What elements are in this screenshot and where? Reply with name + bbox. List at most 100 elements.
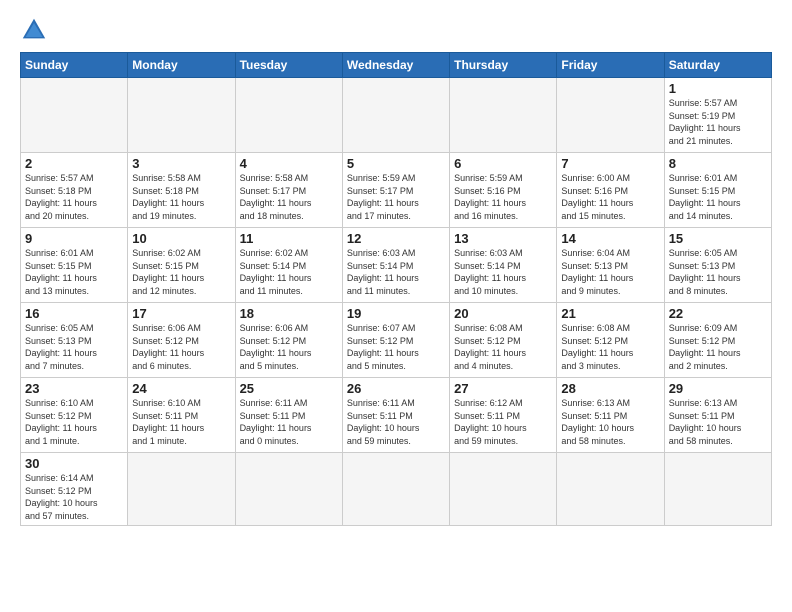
cell-info: Sunrise: 6:13 AM Sunset: 5:11 PM Dayligh… xyxy=(561,397,659,447)
calendar-week-row: 1Sunrise: 5:57 AM Sunset: 5:19 PM Daylig… xyxy=(21,78,772,153)
calendar-cell: 2Sunrise: 5:57 AM Sunset: 5:18 PM Daylig… xyxy=(21,153,128,228)
calendar-week-row: 2Sunrise: 5:57 AM Sunset: 5:18 PM Daylig… xyxy=(21,153,772,228)
cell-info: Sunrise: 6:09 AM Sunset: 5:12 PM Dayligh… xyxy=(669,322,767,372)
calendar-cell: 9Sunrise: 6:01 AM Sunset: 5:15 PM Daylig… xyxy=(21,228,128,303)
cell-info: Sunrise: 6:04 AM Sunset: 5:13 PM Dayligh… xyxy=(561,247,659,297)
calendar-cell: 5Sunrise: 5:59 AM Sunset: 5:17 PM Daylig… xyxy=(342,153,449,228)
day-number: 20 xyxy=(454,306,552,321)
cell-info: Sunrise: 6:05 AM Sunset: 5:13 PM Dayligh… xyxy=(25,322,123,372)
page: SundayMondayTuesdayWednesdayThursdayFrid… xyxy=(0,0,792,612)
cell-info: Sunrise: 6:08 AM Sunset: 5:12 PM Dayligh… xyxy=(454,322,552,372)
calendar-cell: 22Sunrise: 6:09 AM Sunset: 5:12 PM Dayli… xyxy=(664,303,771,378)
calendar-cell xyxy=(342,453,449,526)
calendar-cell: 7Sunrise: 6:00 AM Sunset: 5:16 PM Daylig… xyxy=(557,153,664,228)
day-number: 13 xyxy=(454,231,552,246)
cell-info: Sunrise: 5:57 AM Sunset: 5:18 PM Dayligh… xyxy=(25,172,123,222)
header xyxy=(20,16,772,44)
day-number: 3 xyxy=(132,156,230,171)
cell-info: Sunrise: 6:14 AM Sunset: 5:12 PM Dayligh… xyxy=(25,472,123,522)
day-number: 10 xyxy=(132,231,230,246)
cell-info: Sunrise: 6:13 AM Sunset: 5:11 PM Dayligh… xyxy=(669,397,767,447)
day-number: 1 xyxy=(669,81,767,96)
day-number: 17 xyxy=(132,306,230,321)
calendar-cell: 4Sunrise: 5:58 AM Sunset: 5:17 PM Daylig… xyxy=(235,153,342,228)
day-number: 15 xyxy=(669,231,767,246)
cell-info: Sunrise: 6:00 AM Sunset: 5:16 PM Dayligh… xyxy=(561,172,659,222)
calendar-cell: 30Sunrise: 6:14 AM Sunset: 5:12 PM Dayli… xyxy=(21,453,128,526)
calendar-cell xyxy=(450,78,557,153)
calendar-week-row: 30Sunrise: 6:14 AM Sunset: 5:12 PM Dayli… xyxy=(21,453,772,526)
day-number: 16 xyxy=(25,306,123,321)
day-number: 14 xyxy=(561,231,659,246)
calendar-cell xyxy=(342,78,449,153)
weekday-header-saturday: Saturday xyxy=(664,53,771,78)
calendar-cell: 13Sunrise: 6:03 AM Sunset: 5:14 PM Dayli… xyxy=(450,228,557,303)
day-number: 24 xyxy=(132,381,230,396)
calendar-cell xyxy=(128,453,235,526)
weekday-header-row: SundayMondayTuesdayWednesdayThursdayFrid… xyxy=(21,53,772,78)
calendar-table: SundayMondayTuesdayWednesdayThursdayFrid… xyxy=(20,52,772,526)
calendar-cell: 17Sunrise: 6:06 AM Sunset: 5:12 PM Dayli… xyxy=(128,303,235,378)
weekday-header-tuesday: Tuesday xyxy=(235,53,342,78)
weekday-header-wednesday: Wednesday xyxy=(342,53,449,78)
day-number: 8 xyxy=(669,156,767,171)
calendar-cell xyxy=(664,453,771,526)
calendar-cell: 19Sunrise: 6:07 AM Sunset: 5:12 PM Dayli… xyxy=(342,303,449,378)
calendar-cell: 18Sunrise: 6:06 AM Sunset: 5:12 PM Dayli… xyxy=(235,303,342,378)
cell-info: Sunrise: 6:01 AM Sunset: 5:15 PM Dayligh… xyxy=(25,247,123,297)
calendar-cell xyxy=(557,453,664,526)
day-number: 9 xyxy=(25,231,123,246)
cell-info: Sunrise: 6:05 AM Sunset: 5:13 PM Dayligh… xyxy=(669,247,767,297)
logo-area xyxy=(20,16,56,44)
day-number: 26 xyxy=(347,381,445,396)
day-number: 21 xyxy=(561,306,659,321)
cell-info: Sunrise: 5:59 AM Sunset: 5:16 PM Dayligh… xyxy=(454,172,552,222)
calendar-cell: 11Sunrise: 6:02 AM Sunset: 5:14 PM Dayli… xyxy=(235,228,342,303)
day-number: 6 xyxy=(454,156,552,171)
weekday-header-monday: Monday xyxy=(128,53,235,78)
cell-info: Sunrise: 6:01 AM Sunset: 5:15 PM Dayligh… xyxy=(669,172,767,222)
cell-info: Sunrise: 6:07 AM Sunset: 5:12 PM Dayligh… xyxy=(347,322,445,372)
day-number: 2 xyxy=(25,156,123,171)
cell-info: Sunrise: 6:10 AM Sunset: 5:11 PM Dayligh… xyxy=(132,397,230,447)
day-number: 19 xyxy=(347,306,445,321)
cell-info: Sunrise: 6:06 AM Sunset: 5:12 PM Dayligh… xyxy=(132,322,230,372)
cell-info: Sunrise: 5:57 AM Sunset: 5:19 PM Dayligh… xyxy=(669,97,767,147)
calendar-cell: 1Sunrise: 5:57 AM Sunset: 5:19 PM Daylig… xyxy=(664,78,771,153)
day-number: 7 xyxy=(561,156,659,171)
calendar-cell xyxy=(557,78,664,153)
day-number: 22 xyxy=(669,306,767,321)
weekday-header-sunday: Sunday xyxy=(21,53,128,78)
cell-info: Sunrise: 6:10 AM Sunset: 5:12 PM Dayligh… xyxy=(25,397,123,447)
calendar-cell xyxy=(450,453,557,526)
weekday-header-friday: Friday xyxy=(557,53,664,78)
weekday-header-thursday: Thursday xyxy=(450,53,557,78)
cell-info: Sunrise: 6:08 AM Sunset: 5:12 PM Dayligh… xyxy=(561,322,659,372)
calendar-cell: 24Sunrise: 6:10 AM Sunset: 5:11 PM Dayli… xyxy=(128,378,235,453)
calendar-cell: 29Sunrise: 6:13 AM Sunset: 5:11 PM Dayli… xyxy=(664,378,771,453)
calendar-cell: 20Sunrise: 6:08 AM Sunset: 5:12 PM Dayli… xyxy=(450,303,557,378)
cell-info: Sunrise: 5:59 AM Sunset: 5:17 PM Dayligh… xyxy=(347,172,445,222)
calendar-cell: 28Sunrise: 6:13 AM Sunset: 5:11 PM Dayli… xyxy=(557,378,664,453)
calendar-cell xyxy=(128,78,235,153)
day-number: 12 xyxy=(347,231,445,246)
calendar-week-row: 16Sunrise: 6:05 AM Sunset: 5:13 PM Dayli… xyxy=(21,303,772,378)
cell-info: Sunrise: 6:11 AM Sunset: 5:11 PM Dayligh… xyxy=(240,397,338,447)
calendar-week-row: 23Sunrise: 6:10 AM Sunset: 5:12 PM Dayli… xyxy=(21,378,772,453)
day-number: 18 xyxy=(240,306,338,321)
calendar-cell: 6Sunrise: 5:59 AM Sunset: 5:16 PM Daylig… xyxy=(450,153,557,228)
cell-info: Sunrise: 6:03 AM Sunset: 5:14 PM Dayligh… xyxy=(454,247,552,297)
day-number: 23 xyxy=(25,381,123,396)
day-number: 25 xyxy=(240,381,338,396)
logo xyxy=(20,16,56,44)
calendar-cell: 25Sunrise: 6:11 AM Sunset: 5:11 PM Dayli… xyxy=(235,378,342,453)
day-number: 11 xyxy=(240,231,338,246)
calendar-week-row: 9Sunrise: 6:01 AM Sunset: 5:15 PM Daylig… xyxy=(21,228,772,303)
day-number: 29 xyxy=(669,381,767,396)
cell-info: Sunrise: 6:03 AM Sunset: 5:14 PM Dayligh… xyxy=(347,247,445,297)
calendar-cell: 8Sunrise: 6:01 AM Sunset: 5:15 PM Daylig… xyxy=(664,153,771,228)
calendar-cell: 27Sunrise: 6:12 AM Sunset: 5:11 PM Dayli… xyxy=(450,378,557,453)
day-number: 27 xyxy=(454,381,552,396)
calendar-cell: 23Sunrise: 6:10 AM Sunset: 5:12 PM Dayli… xyxy=(21,378,128,453)
calendar-cell: 26Sunrise: 6:11 AM Sunset: 5:11 PM Dayli… xyxy=(342,378,449,453)
